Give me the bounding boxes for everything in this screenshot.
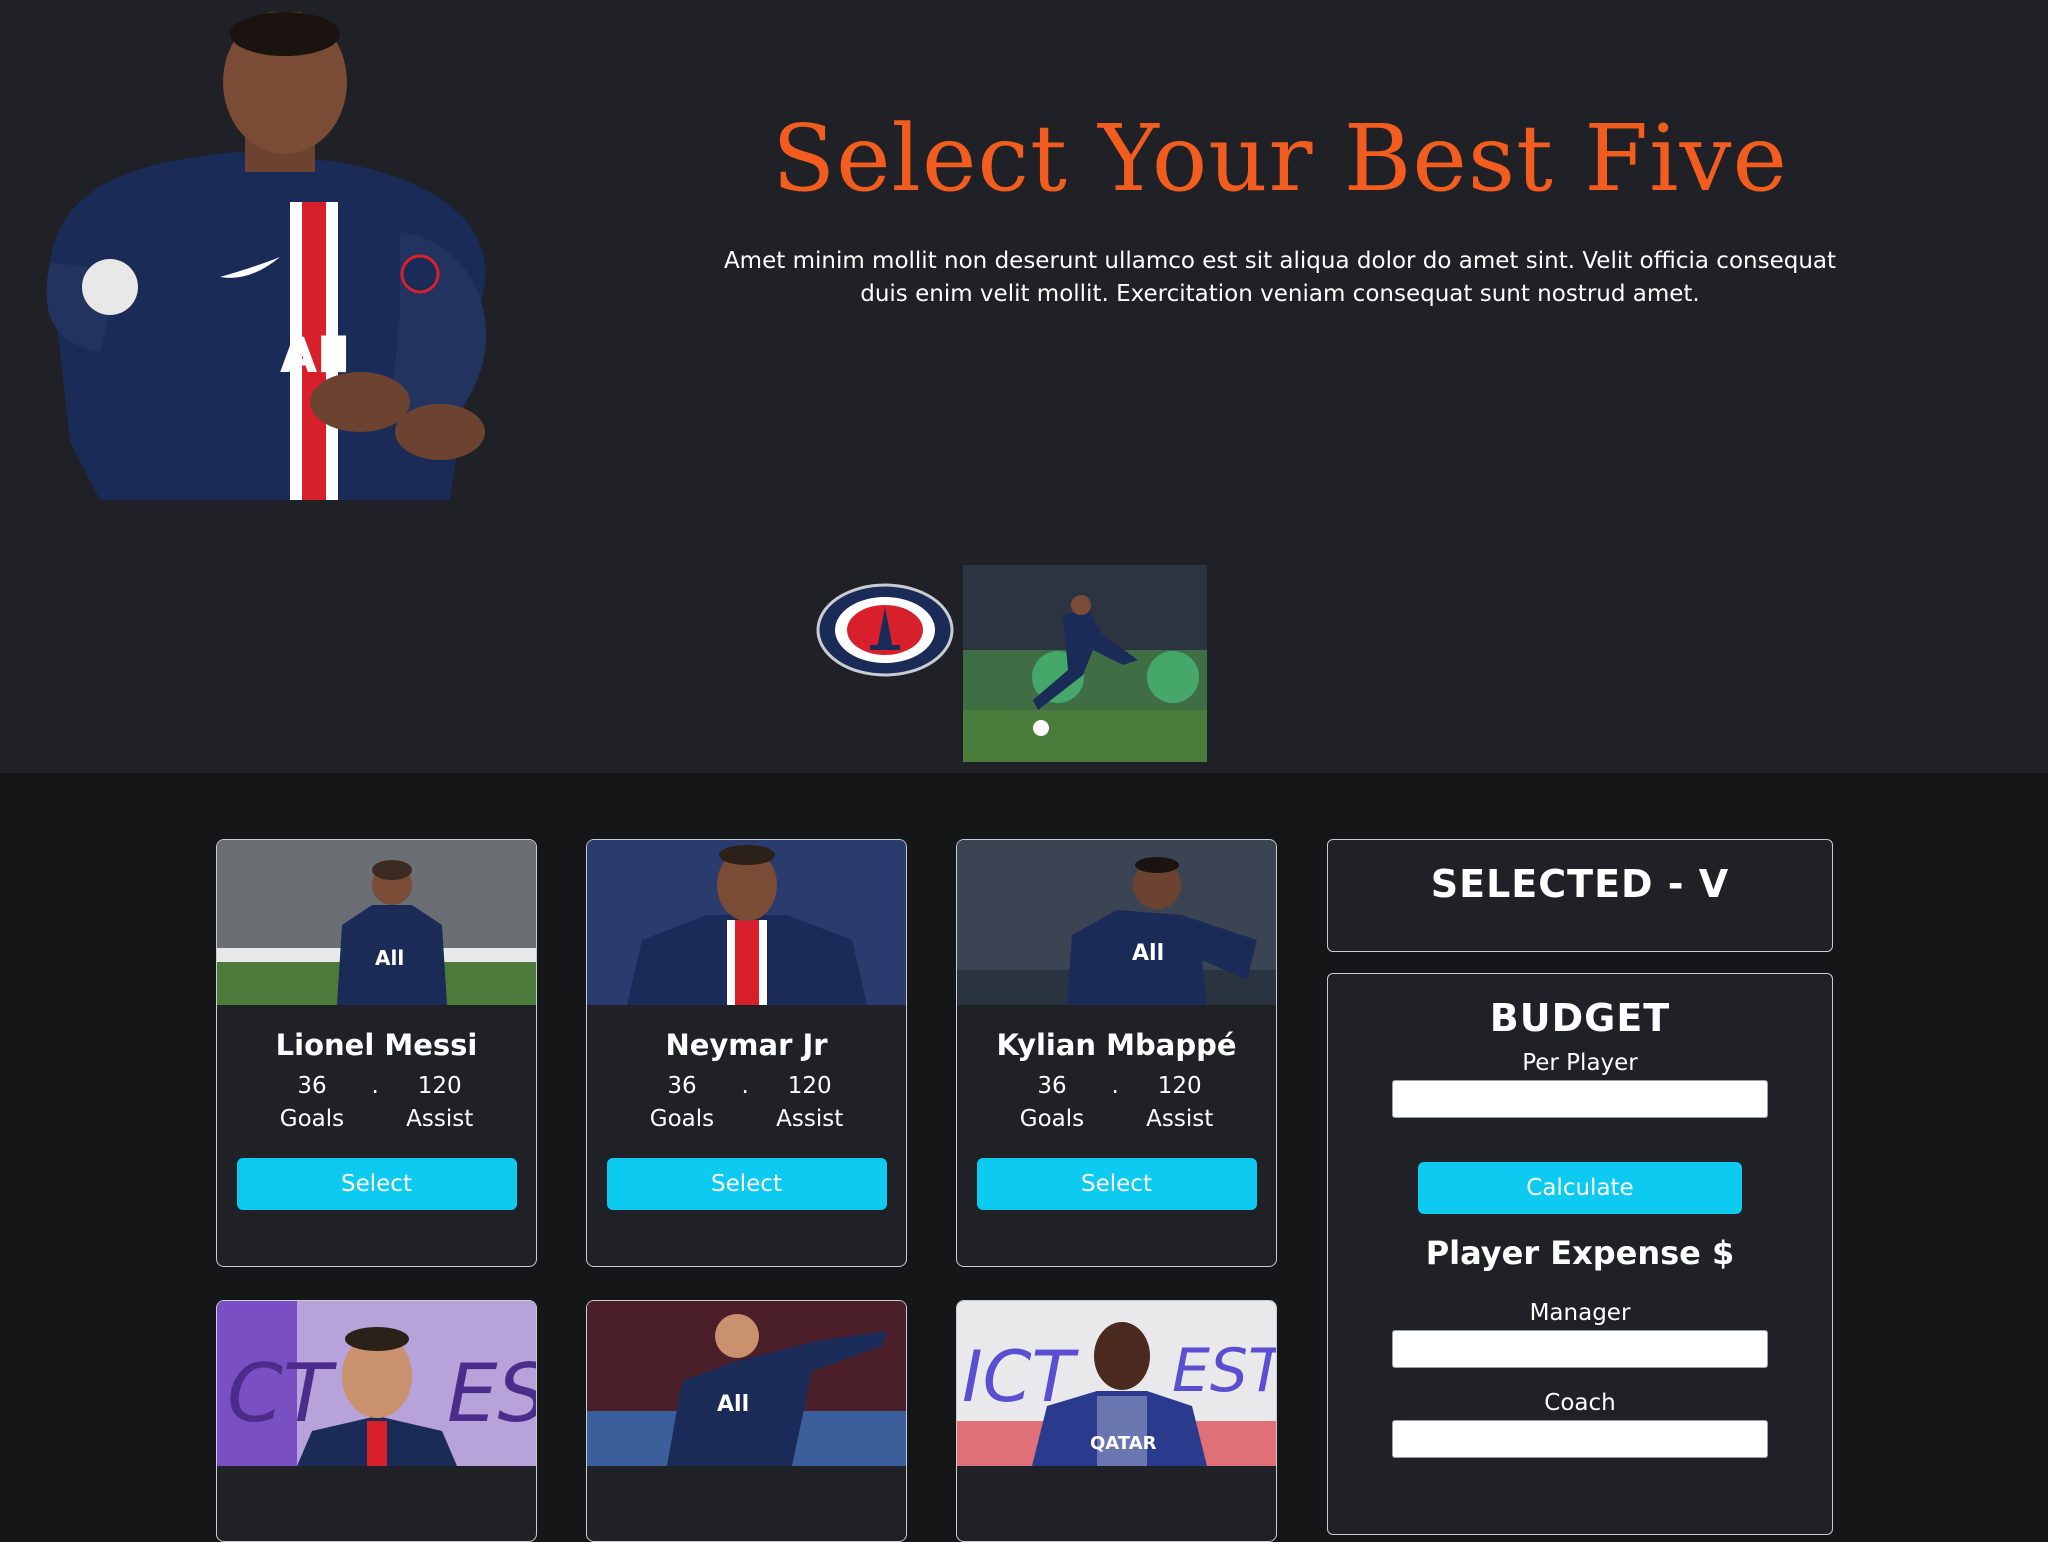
budget-title: BUDGET [1489, 996, 1671, 1040]
svg-text:All: All [717, 1392, 749, 1417]
player-card-4: CT ES [216, 1300, 537, 1542]
stats-separator: . [1111, 1073, 1119, 1099]
per-player-input[interactable] [1392, 1080, 1768, 1118]
svg-text:EST: EST [1172, 1336, 1276, 1406]
select-mbappe-button[interactable]: Select [976, 1158, 1257, 1210]
player-card-ramos: All [586, 1300, 907, 1542]
svg-text:CT: CT [227, 1347, 338, 1440]
assist-label: Assist [1146, 1106, 1214, 1132]
psg-logo-icon [816, 583, 954, 677]
player-card-mbappe: All Kylian Mbappé 36 Goals . 120 Assist Se… [956, 839, 1277, 1267]
svg-text:All: All [375, 946, 404, 970]
assist-value: 120 [417, 1073, 462, 1099]
svg-text:QATAR: QATAR [1090, 1433, 1157, 1454]
svg-text:All: All [280, 328, 350, 384]
player-card-6: ICT EST QATAR [956, 1300, 1277, 1542]
player-stats: 36 Goals . 120 Assist [217, 1070, 536, 1136]
assist-label: Assist [776, 1106, 844, 1132]
player-card-messi: All Lionel Messi 36 Goals . 120 Assist Sel… [216, 839, 537, 1267]
manager-input[interactable] [1392, 1330, 1768, 1368]
manager-label: Manager [1529, 1300, 1631, 1326]
assist-label: Assist [406, 1106, 474, 1132]
svg-text:ES: ES [447, 1347, 536, 1440]
neymar-photo [587, 840, 906, 1005]
coach-input[interactable] [1392, 1420, 1768, 1458]
budget-panel: BUDGET Per Player Calculate Player Expen… [1327, 973, 1833, 1535]
goals-label: Goals [1019, 1106, 1085, 1132]
stats-separator: . [371, 1073, 379, 1099]
player-expense-title: Player Expense $ [1425, 1234, 1735, 1272]
assist-value: 120 [1157, 1073, 1202, 1099]
select-messi-button[interactable]: Select [236, 1158, 517, 1210]
assist-value: 120 [787, 1073, 832, 1099]
messi-action-image [963, 565, 1207, 762]
hero-description: Amet minim mollit non deserunt ullamco e… [723, 248, 1837, 307]
selected-title: SELECTED - V [1430, 862, 1730, 906]
goals-value: 36 [297, 1073, 327, 1099]
player-4-photo: CT ES [217, 1301, 536, 1466]
player-stats: 36 Goals . 120 Assist [957, 1070, 1276, 1136]
page-title: Select Your Best Five [772, 105, 1788, 212]
hero-section: All Select Your Best Five Amet minim mol… [0, 0, 2048, 773]
per-player-label: Per Player [1522, 1050, 1638, 1076]
coach-label: Coach [1544, 1390, 1616, 1416]
hero-player-image: All [46, 12, 487, 500]
goals-label: Goals [279, 1106, 345, 1132]
svg-text:All: All [1132, 941, 1164, 966]
player-stats: 36 Goals . 120 Assist [587, 1070, 906, 1136]
goals-value: 36 [1037, 1073, 1067, 1099]
goals-value: 36 [667, 1073, 697, 1099]
player-name: Kylian Mbappé [996, 1028, 1237, 1062]
calculate-button[interactable]: Calculate [1418, 1162, 1742, 1214]
goals-label: Goals [649, 1106, 715, 1132]
selected-panel: SELECTED - V [1327, 839, 1833, 952]
player-name: Lionel Messi [275, 1028, 478, 1062]
messi-photo: All [217, 840, 536, 1005]
ramos-photo: All [587, 1301, 906, 1466]
player-card-neymar: Neymar Jr 36 Goals . 120 Assist Select [586, 839, 907, 1267]
select-neymar-button[interactable]: Select [606, 1158, 887, 1210]
player-6-photo: ICT EST QATAR [957, 1301, 1276, 1466]
stats-separator: . [741, 1073, 749, 1099]
mbappe-photo: All [957, 840, 1276, 1005]
player-name: Neymar Jr [665, 1028, 828, 1062]
